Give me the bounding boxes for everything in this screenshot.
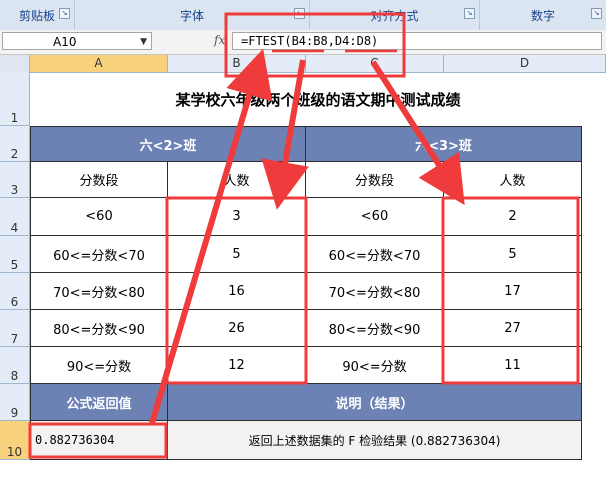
column-header-b[interactable]: B [168,55,306,72]
class2-count-cell[interactable]: 17 [444,273,582,310]
description-header[interactable]: 说明（结果） [168,384,582,421]
ribbon-group-label: 数字 [530,8,555,23]
class1-count-cell[interactable]: 5 [168,236,306,273]
formula-input[interactable]: =FTEST(B4:B8,D4:D8) [232,32,602,50]
row-header-7[interactable]: 7 [0,310,30,347]
chevron-down-icon[interactable]: ▼ [140,33,147,51]
class2-range-cell[interactable]: 60<=分数<70 [306,236,444,273]
ribbon: 剪贴板 ↘ 字体 ↘ 对齐方式 ↘ 数字 ↘ [0,0,606,31]
sheet-title[interactable]: 某学校六年级两个班级的语文期中测试成绩 [30,72,606,126]
ribbon-group-clipboard[interactable]: 剪贴板 ↘ [0,0,75,30]
formula-result-header[interactable]: 公式返回值 [30,384,168,421]
dialog-launcher-icon[interactable]: ↘ [591,8,602,19]
ribbon-group-number[interactable]: 数字 ↘ [480,0,606,30]
class1-range-cell[interactable]: 90<=分数 [30,347,168,384]
row-header-6[interactable]: 6 [0,273,30,310]
formula-result-cell[interactable]: 0.882736304 [30,421,168,460]
class1-count-header[interactable]: 人数 [168,162,306,198]
class2-count-cell[interactable]: 5 [444,236,582,273]
ribbon-group-label: 对齐方式 [370,8,419,23]
class1-range-header[interactable]: 分数段 [30,162,168,198]
ribbon-group-font[interactable]: 字体 ↘ [75,0,310,30]
dialog-launcher-icon[interactable]: ↘ [464,8,475,19]
class2-range-cell[interactable]: 90<=分数 [306,347,444,384]
row-header-3[interactable]: 3 [0,162,30,198]
column-header-a[interactable]: A [30,55,168,72]
class2-header[interactable]: 六<3>班 [306,126,582,162]
class2-count-header[interactable]: 人数 [444,162,582,198]
class1-range-cell[interactable]: 70<=分数<80 [30,273,168,310]
dialog-launcher-icon[interactable]: ↘ [59,8,70,19]
class2-count-cell[interactable]: 11 [444,347,582,384]
ribbon-group-label: 字体 [179,8,204,23]
column-header-c[interactable]: C [306,55,444,72]
class1-range-cell[interactable]: 60<=分数<70 [30,236,168,273]
row-header-9[interactable]: 9 [0,384,30,421]
dialog-launcher-icon[interactable]: ↘ [294,8,305,19]
class1-range-cell[interactable]: 80<=分数<90 [30,310,168,347]
class1-count-cell[interactable]: 16 [168,273,306,310]
column-headers: A B C D [0,55,606,73]
class1-header[interactable]: 六<2>班 [30,126,306,162]
ribbon-group-alignment[interactable]: 对齐方式 ↘ [310,0,480,30]
row-header-10[interactable]: 10 [0,421,30,460]
name-box[interactable]: A10 ▼ [2,32,152,50]
select-all-corner[interactable] [0,55,30,72]
class1-count-cell[interactable]: 3 [168,198,306,236]
description-cell[interactable]: 返回上述数据集的 F 检验结果 (0.882736304) [168,421,582,460]
row-header-5[interactable]: 5 [0,236,30,273]
ribbon-group-label: 剪贴板 [18,8,55,23]
class1-count-cell[interactable]: 12 [168,347,306,384]
row-header-1[interactable]: 1 [0,72,30,126]
class1-count-cell[interactable]: 26 [168,310,306,347]
class2-range-cell[interactable]: 80<=分数<90 [306,310,444,347]
row-header-4[interactable]: 4 [0,198,30,236]
row-header-2[interactable]: 2 [0,126,30,162]
formula-bar: A10 ▼ fx =FTEST(B4:B8,D4:D8) [0,30,606,55]
column-header-d[interactable]: D [444,55,606,72]
name-box-value: A10 [53,35,77,49]
class1-range-cell[interactable]: <60 [30,198,168,236]
class2-range-header[interactable]: 分数段 [306,162,444,198]
row-header-8[interactable]: 8 [0,347,30,384]
class2-range-cell[interactable]: <60 [306,198,444,236]
insert-function-icon[interactable]: fx [214,33,225,47]
class2-range-cell[interactable]: 70<=分数<80 [306,273,444,310]
class2-count-cell[interactable]: 2 [444,198,582,236]
class2-count-cell[interactable]: 27 [444,310,582,347]
